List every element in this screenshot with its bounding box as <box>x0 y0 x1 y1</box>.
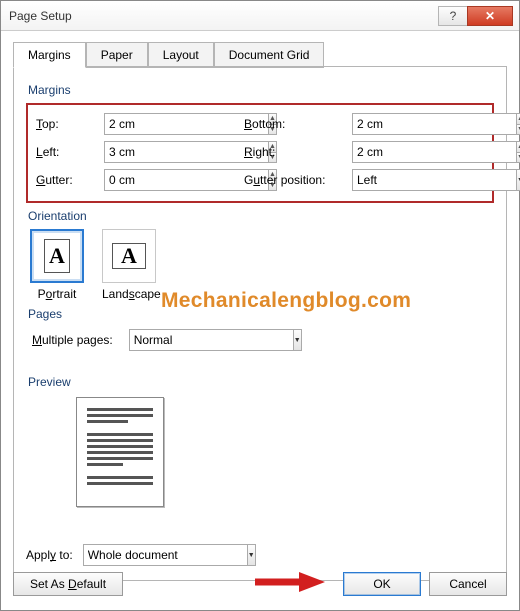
top-spinner[interactable]: ▲▼ <box>104 113 204 135</box>
gutter-position-value[interactable] <box>352 169 516 191</box>
left-spinner[interactable]: ▲▼ <box>104 141 204 163</box>
margins-group-label: Margins <box>28 83 494 97</box>
apply-to-row: Apply to: ▼ <box>26 544 233 566</box>
apply-to-select[interactable]: ▼ <box>83 544 233 566</box>
tabpanel-margins: Margins Top: ▲▼ Bottom: ▲▼ Left: <box>13 66 507 581</box>
orientation-group: A Portrait A Landscape <box>30 229 494 301</box>
bottom-spinner[interactable]: ▲▼ <box>352 113 452 135</box>
landscape-icon: A <box>102 229 156 283</box>
right-spinner[interactable]: ▲▼ <box>352 141 452 163</box>
spin-down-icon[interactable]: ▼ <box>516 124 520 136</box>
dialog-buttons: OK Cancel <box>343 572 507 596</box>
spin-up-icon[interactable]: ▲ <box>516 113 520 124</box>
titlebar: Page Setup ? ✕ <box>1 1 519 31</box>
margins-group: Top: ▲▼ Bottom: ▲▼ Left: ▲▼ <box>26 103 494 203</box>
preview-group-label: Preview <box>28 375 494 389</box>
tab-paper[interactable]: Paper <box>86 42 148 68</box>
gutter-position-label: Gutter position: <box>244 173 344 187</box>
multiple-pages-value[interactable] <box>129 329 293 351</box>
orientation-group-label: Orientation <box>28 209 494 223</box>
gutter-spinner[interactable]: ▲▼ <box>104 169 204 191</box>
chevron-down-icon[interactable]: ▼ <box>516 169 520 191</box>
tab-margins[interactable]: Margins <box>13 42 86 68</box>
tabstrip: Margins Paper Layout Document Grid <box>13 41 507 67</box>
pages-group-label: Pages <box>28 307 494 321</box>
right-label: Right: <box>244 145 344 159</box>
pages-group: Multiple pages: ▼ <box>32 329 494 351</box>
apply-to-value[interactable] <box>83 544 247 566</box>
portrait-icon: A <box>30 229 84 283</box>
cancel-button[interactable]: Cancel <box>429 572 507 596</box>
spin-down-icon[interactable]: ▼ <box>516 152 520 164</box>
close-button[interactable]: ✕ <box>467 6 513 26</box>
tab-layout[interactable]: Layout <box>148 42 214 68</box>
multiple-pages-label: Multiple pages: <box>32 333 113 347</box>
orientation-portrait[interactable]: A Portrait <box>30 229 84 301</box>
orientation-landscape[interactable]: A Landscape <box>102 229 161 301</box>
tab-document-grid[interactable]: Document Grid <box>214 42 325 68</box>
multiple-pages-select[interactable]: ▼ <box>129 329 279 351</box>
bottom-input[interactable] <box>352 113 516 135</box>
top-label: Top: <box>36 117 96 131</box>
spin-up-icon[interactable]: ▲ <box>516 141 520 152</box>
preview-page-icon <box>76 397 164 507</box>
window-title: Page Setup <box>9 9 439 23</box>
gutter-position-select[interactable]: ▼ <box>352 169 452 191</box>
dialog-body: Margins Paper Layout Document Grid Margi… <box>1 31 519 610</box>
gutter-label: Gutter: <box>36 173 96 187</box>
apply-to-label: Apply to: <box>26 548 73 562</box>
page-setup-dialog: Page Setup ? ✕ Margins Paper Layout Docu… <box>0 0 520 611</box>
ok-button[interactable]: OK <box>343 572 421 596</box>
set-as-default-button[interactable]: Set As Default <box>13 572 123 596</box>
bottom-label: Bottom: <box>244 117 344 131</box>
left-label: Left: <box>36 145 96 159</box>
help-button[interactable]: ? <box>438 6 468 26</box>
right-input[interactable] <box>352 141 516 163</box>
chevron-down-icon[interactable]: ▼ <box>293 329 302 351</box>
chevron-down-icon[interactable]: ▼ <box>247 544 256 566</box>
